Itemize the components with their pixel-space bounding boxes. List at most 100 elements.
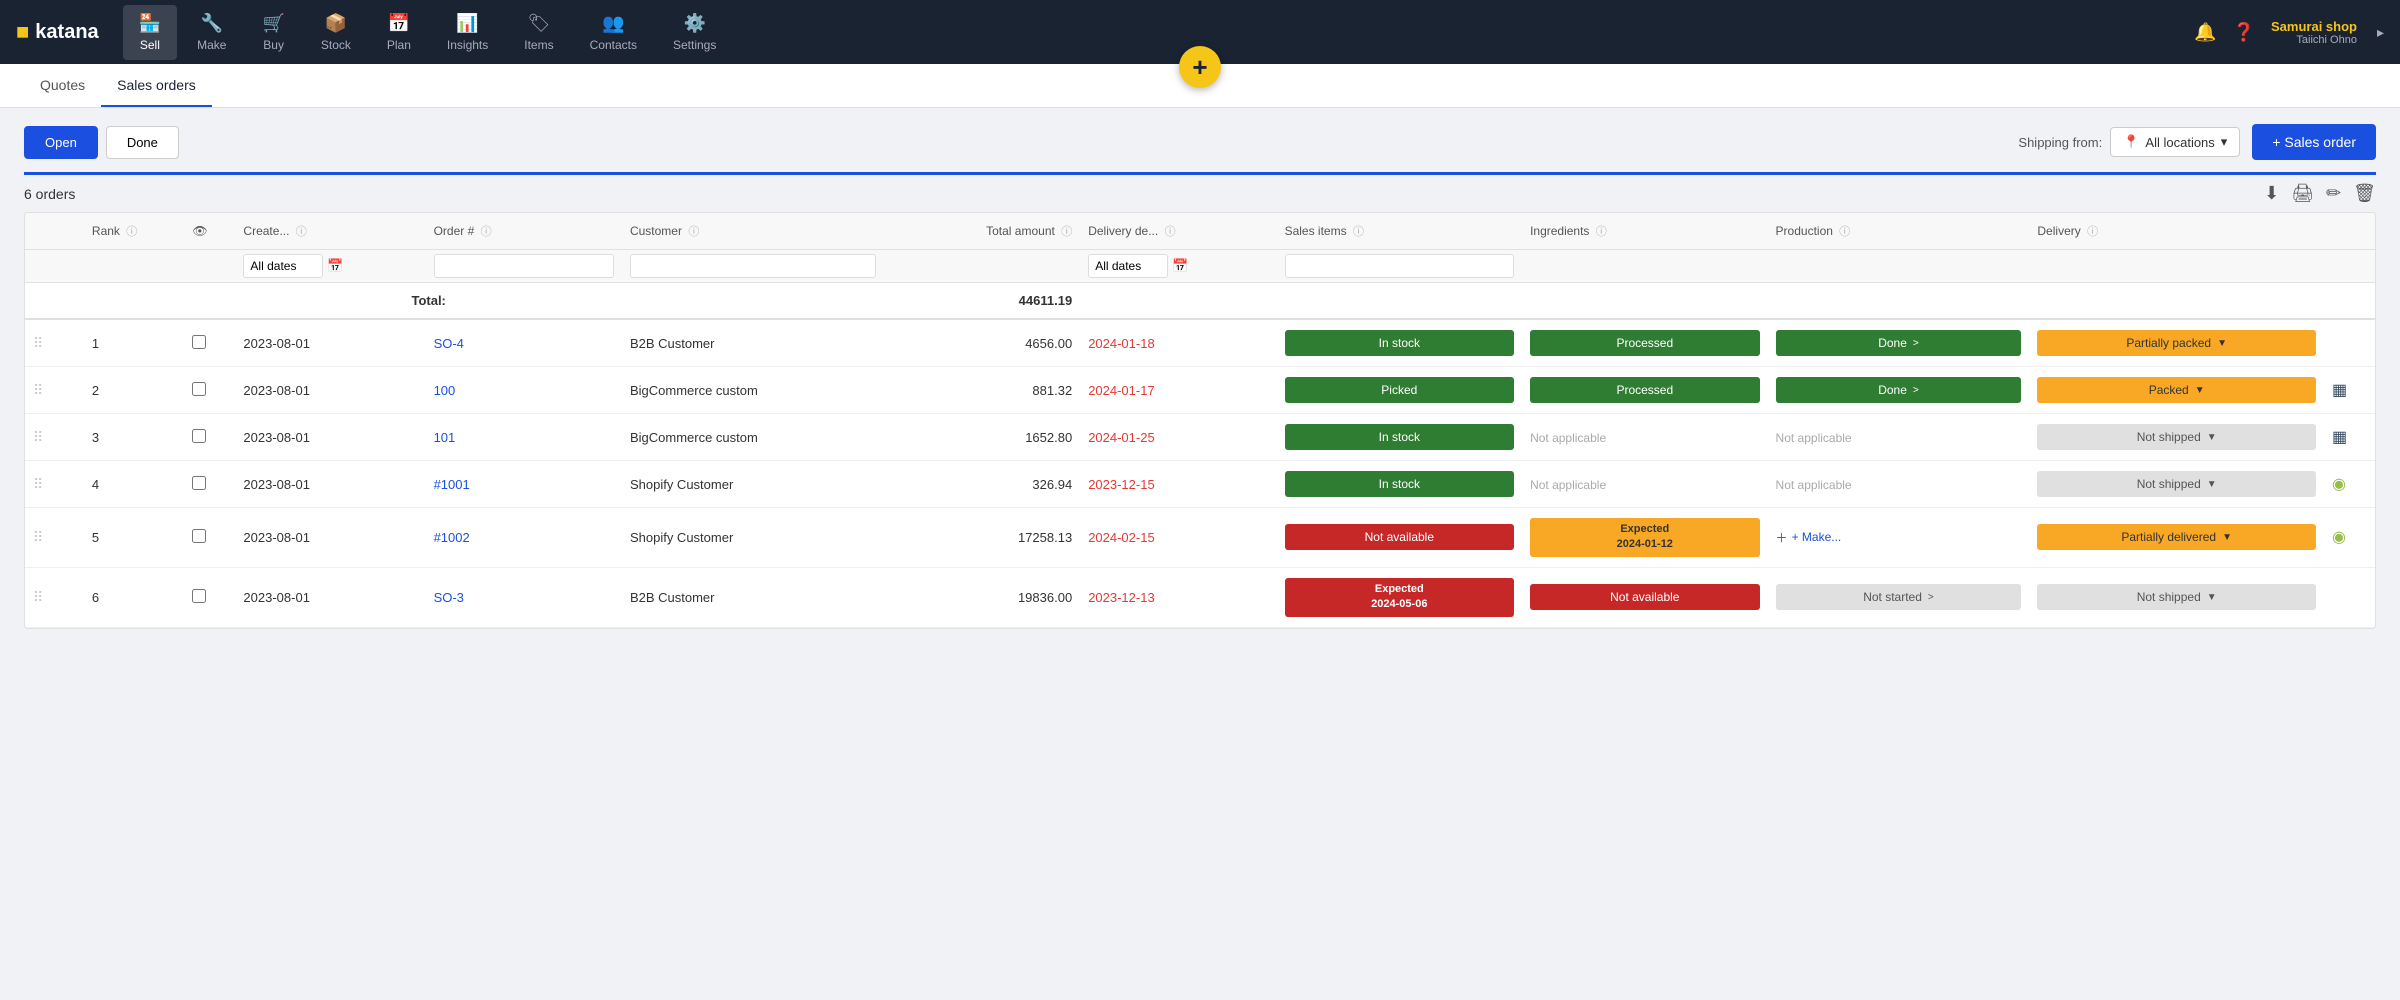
table-row: ⠿ 2 2023-08-01 100 BigCommerce custom 88… bbox=[25, 367, 2375, 414]
drag-handle[interactable]: ⠿ bbox=[33, 589, 43, 605]
edit-icon[interactable]: ✏ bbox=[2326, 183, 2341, 204]
production-badge-6[interactable]: Not started > bbox=[1776, 584, 2022, 610]
table-header-row: 6 orders ⬇ 🖨 ✏ 🗑 bbox=[24, 183, 2376, 204]
sales-items-badge-1[interactable]: In stock bbox=[1285, 330, 1514, 356]
order-link-4[interactable]: #1001 bbox=[434, 477, 470, 492]
production-info-icon: ⓘ bbox=[1839, 226, 1850, 238]
row-3-checkbox[interactable] bbox=[192, 429, 206, 443]
sales-items-badge-3[interactable]: In stock bbox=[1285, 424, 1514, 450]
plan-icon: 📅 bbox=[388, 13, 410, 34]
created-filter-input[interactable] bbox=[243, 254, 323, 278]
print-icon[interactable]: 🖨 bbox=[2291, 183, 2314, 204]
filter-group: Open Done bbox=[24, 126, 179, 159]
amount-5: 17258.13 bbox=[884, 508, 1080, 568]
sales-items-badge-5[interactable]: Not available bbox=[1285, 524, 1514, 550]
row-5-checkbox[interactable] bbox=[192, 529, 206, 543]
delivery-badge-6[interactable]: Not shipped ▼ bbox=[2037, 584, 2316, 610]
customer-filter-input[interactable] bbox=[630, 254, 876, 278]
delete-icon[interactable]: 🗑 bbox=[2353, 183, 2376, 204]
customer-5: Shopify Customer bbox=[622, 508, 884, 568]
filter-open-button[interactable]: Open bbox=[24, 126, 98, 159]
row-2-checkbox[interactable] bbox=[192, 382, 206, 396]
order-link-3[interactable]: 101 bbox=[434, 430, 456, 445]
help-icon[interactable]: ❓ bbox=[2233, 22, 2255, 43]
nav-item-settings[interactable]: ⚙️ Settings bbox=[657, 5, 732, 60]
delivery-date-3: 2024-01-25 bbox=[1080, 414, 1276, 461]
nav-item-items[interactable]: 🏷 Items bbox=[508, 5, 569, 60]
row-1-checkbox[interactable] bbox=[192, 335, 206, 349]
delivery-calendar-icon[interactable]: 📅 bbox=[1172, 258, 1188, 274]
calendar-icon[interactable]: 📅 bbox=[327, 258, 343, 274]
sales-items-filter-input[interactable] bbox=[1285, 254, 1514, 278]
nav-item-insights[interactable]: 📊 Insights bbox=[431, 5, 504, 60]
order-link-6[interactable]: SO-3 bbox=[434, 590, 464, 605]
nav-item-plan[interactable]: 📅 Plan bbox=[371, 5, 427, 60]
order-filter-input[interactable] bbox=[434, 254, 614, 278]
drag-handle[interactable]: ⠿ bbox=[33, 335, 43, 351]
delivery-badge-4[interactable]: Not shipped ▼ bbox=[2037, 471, 2316, 497]
tab-quotes[interactable]: Quotes bbox=[24, 65, 101, 107]
sales-items-badge-2[interactable]: Picked bbox=[1285, 377, 1514, 403]
ingredients-badge-1[interactable]: Processed bbox=[1530, 330, 1759, 356]
order-link-5[interactable]: #1002 bbox=[434, 530, 470, 545]
col-total-amount: Total amount ⓘ bbox=[884, 213, 1080, 250]
delivery-badge-3[interactable]: Not shipped ▼ bbox=[2037, 424, 2316, 450]
order-link-2[interactable]: 100 bbox=[434, 383, 456, 398]
nav-item-buy[interactable]: 🛒 Buy bbox=[246, 5, 300, 60]
delivery-dropdown-4: ▼ bbox=[2207, 479, 2217, 490]
production-na-4: Not applicable bbox=[1776, 478, 1852, 492]
delivery-badge-2[interactable]: Packed ▼ bbox=[2037, 377, 2316, 403]
filter-row: 📅 📅 bbox=[25, 250, 2375, 283]
progress-bar bbox=[24, 172, 2376, 175]
row-6-checkbox[interactable] bbox=[192, 589, 206, 603]
customer-3: BigCommerce custom bbox=[622, 414, 884, 461]
nav-item-make[interactable]: 🔧 Make bbox=[181, 5, 242, 60]
location-select[interactable]: 📍 All locations ▾ bbox=[2110, 127, 2240, 157]
drag-handle[interactable]: ⠿ bbox=[33, 529, 43, 545]
new-sales-order-button[interactable]: + Sales order bbox=[2252, 124, 2376, 160]
shop-name: Samurai shop bbox=[2271, 19, 2357, 34]
nav-item-stock[interactable]: 📦 Stock bbox=[305, 5, 367, 60]
created-3: 2023-08-01 bbox=[235, 414, 425, 461]
production-badge-1[interactable]: Done > bbox=[1776, 330, 2022, 356]
ingredients-badge-6[interactable]: Not available bbox=[1530, 584, 1759, 610]
amount-3: 1652.80 bbox=[884, 414, 1080, 461]
production-na-3: Not applicable bbox=[1776, 431, 1852, 445]
amount-6: 19836.00 bbox=[884, 567, 1080, 627]
drag-handle[interactable]: ⠿ bbox=[33, 476, 43, 492]
ingredients-badge-2[interactable]: Processed bbox=[1530, 377, 1759, 403]
sales-items-badge-4[interactable]: In stock bbox=[1285, 471, 1514, 497]
add-button[interactable]: + bbox=[1179, 46, 1221, 88]
bigcommerce-icon-2: ▦ bbox=[2332, 382, 2347, 399]
drag-handle[interactable]: ⠿ bbox=[33, 429, 43, 445]
ingredients-expected-5[interactable]: Expected 2024-01-12 bbox=[1530, 518, 1759, 557]
nav-item-contacts[interactable]: 👥 Contacts bbox=[574, 5, 653, 60]
delivery-dropdown-2: ▼ bbox=[2195, 385, 2205, 396]
rank-6: 6 bbox=[84, 567, 184, 627]
tab-sales-orders[interactable]: Sales orders bbox=[101, 65, 212, 107]
customer-info-icon: ⓘ bbox=[688, 226, 699, 238]
delivery-dropdown-1: ▼ bbox=[2217, 338, 2227, 349]
shopify-icon-4: ◉ bbox=[2332, 476, 2346, 493]
make-button-5[interactable]: ＋ + Make... bbox=[1776, 529, 2022, 546]
bell-icon[interactable]: 🔔 bbox=[2194, 22, 2216, 43]
filter-done-button[interactable]: Done bbox=[106, 126, 179, 159]
sales-items-expected-6[interactable]: Expected 2024-05-06 bbox=[1285, 578, 1514, 617]
items-icon: 🏷 bbox=[528, 13, 551, 34]
delivery-date-filter-input[interactable] bbox=[1088, 254, 1168, 278]
col-drag bbox=[25, 213, 84, 250]
sell-icon: 🏪 bbox=[139, 13, 161, 34]
delivery-badge-5[interactable]: Partially delivered ▼ bbox=[2037, 524, 2316, 550]
row-4-checkbox[interactable] bbox=[192, 476, 206, 490]
delivery-badge-1[interactable]: Partially packed ▼ bbox=[2037, 330, 2316, 356]
drag-handle[interactable]: ⠿ bbox=[33, 382, 43, 398]
download-icon[interactable]: ⬇ bbox=[2264, 183, 2279, 204]
production-badge-2[interactable]: Done > bbox=[1776, 377, 2022, 403]
order-link-1[interactable]: SO-4 bbox=[434, 336, 464, 351]
nav-item-sell[interactable]: 🏪 Sell bbox=[123, 5, 177, 60]
shop-dropdown-icon[interactable]: ▸ bbox=[2377, 24, 2384, 41]
created-info-icon: ⓘ bbox=[296, 226, 307, 238]
delivery-dropdown-3: ▼ bbox=[2207, 432, 2217, 443]
rank-info-icon: ⓘ bbox=[126, 226, 137, 238]
col-created: Create... ⓘ bbox=[235, 213, 425, 250]
